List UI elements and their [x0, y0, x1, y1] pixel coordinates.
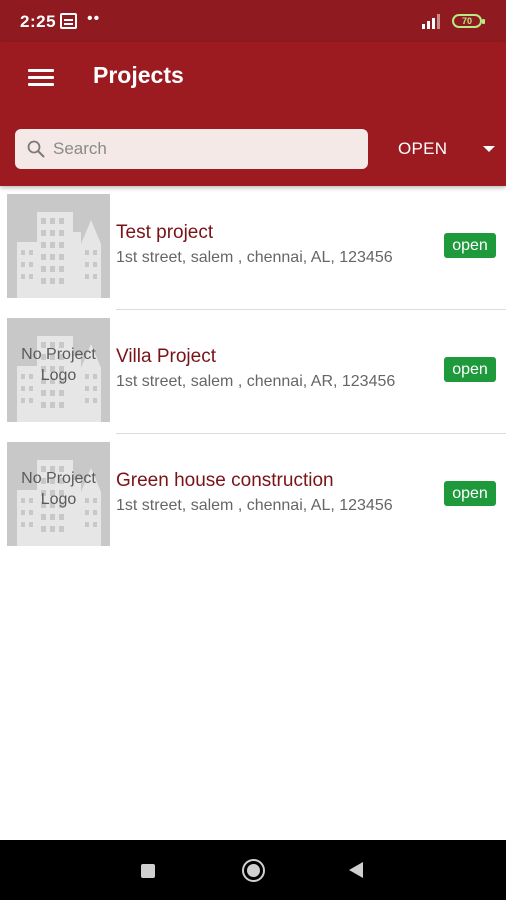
signal-icon: [422, 14, 440, 29]
page-title: Projects: [93, 62, 184, 88]
project-logo-placeholder: [7, 194, 110, 298]
more-notifications-icon: ••: [87, 10, 101, 27]
building-icon: [17, 212, 101, 298]
app-bar: Projects OPEN: [0, 42, 506, 186]
status-badge: open: [444, 481, 496, 506]
project-list-item[interactable]: No Project Logo Villa Project 1st street…: [0, 310, 506, 434]
project-logo-placeholder: No Project Logo: [7, 318, 110, 422]
project-list-item[interactable]: Test project 1st street, salem , chennai…: [0, 186, 506, 310]
project-address: 1st street, salem , chennai, AL, 123456: [116, 249, 393, 266]
project-address: 1st street, salem , chennai, AL, 123456: [116, 497, 393, 514]
battery-icon: 70: [452, 14, 485, 28]
status-badge: open: [444, 233, 496, 258]
project-logo-placeholder: No Project Logo: [7, 442, 110, 546]
project-name: Green house construction: [116, 470, 334, 491]
no-logo-label: No Project Logo: [21, 470, 96, 508]
status-filter-value: OPEN: [398, 139, 448, 158]
search-icon: [27, 140, 45, 158]
message-notification-icon: [60, 13, 77, 29]
status-filter-dropdown[interactable]: OPEN: [382, 129, 500, 169]
search-box[interactable]: [15, 129, 368, 169]
system-nav-bar: [0, 840, 506, 900]
home-button[interactable]: [242, 859, 265, 882]
project-address: 1st street, salem , chennai, AR, 123456: [116, 373, 396, 390]
screen: 2:25 •• 70 Projects OPEN: [0, 0, 506, 900]
no-logo-label: No Project Logo: [21, 346, 96, 384]
search-input[interactable]: [53, 129, 353, 169]
dropdown-arrow-icon: [483, 146, 495, 152]
project-list-item[interactable]: No Project Logo Green house construction…: [0, 434, 506, 558]
recent-apps-button[interactable]: [141, 864, 155, 878]
status-bar: 2:25 •• 70: [0, 0, 506, 42]
back-button[interactable]: [349, 862, 363, 878]
menu-icon[interactable]: [28, 67, 54, 87]
project-name: Test project: [116, 222, 214, 243]
status-badge: open: [444, 357, 496, 382]
project-name: Villa Project: [116, 346, 216, 367]
status-time: 2:25: [20, 12, 57, 31]
